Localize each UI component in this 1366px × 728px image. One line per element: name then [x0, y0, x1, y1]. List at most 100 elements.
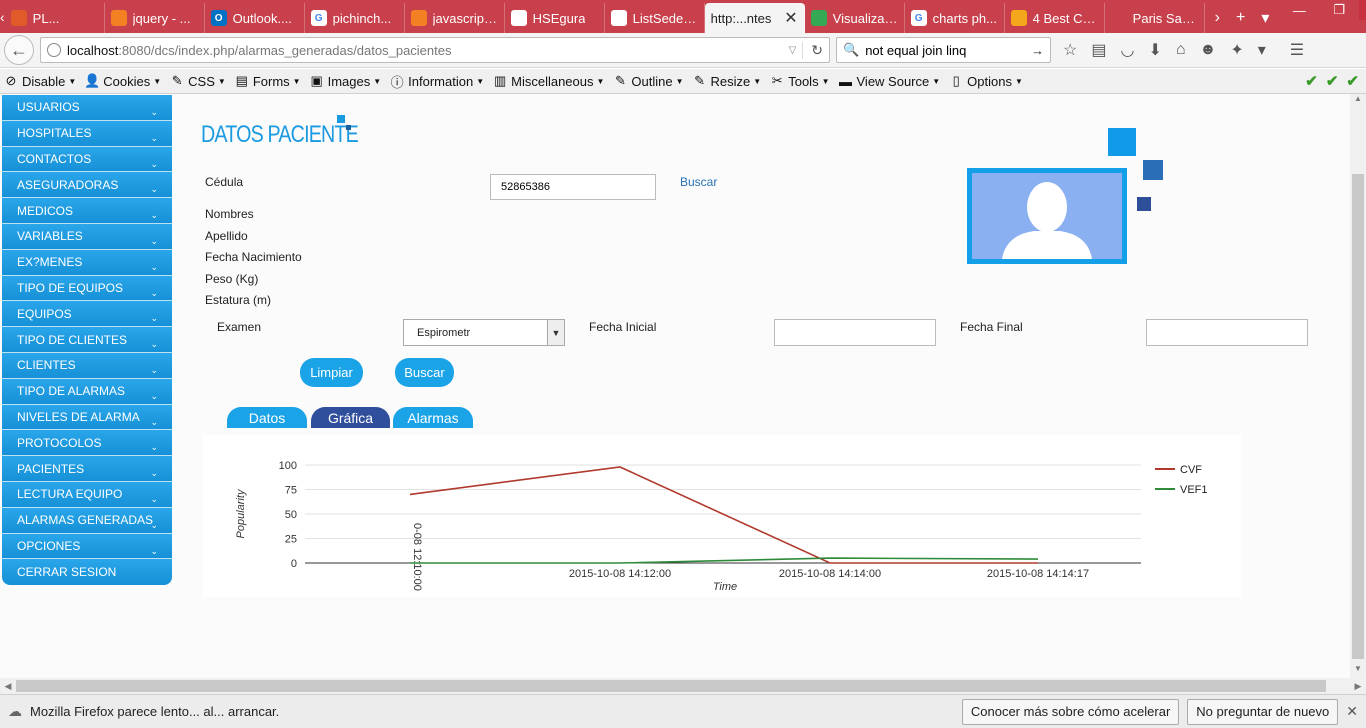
- pocket-icon[interactable]: ◡: [1120, 40, 1134, 60]
- check-icon[interactable]: ✔: [1346, 72, 1359, 90]
- dropdown-arrow-icon: ▼: [932, 76, 941, 86]
- tab-datos[interactable]: Datos: [227, 407, 307, 428]
- title-decoration: [337, 115, 345, 123]
- sidebar-item[interactable]: TIPO DE EQUIPOS ⌄: [2, 275, 172, 302]
- browser-tab[interactable]: 4 Best Ch...: [1005, 3, 1105, 33]
- scroll-left-icon[interactable]: ◀: [0, 678, 16, 694]
- tab-grafica[interactable]: Gráfica: [311, 407, 390, 428]
- url-dropdown-icon[interactable]: ▽: [789, 45, 797, 56]
- devtoolbar-menu-4[interactable]: ▣ Images ▼: [309, 73, 381, 89]
- sidebar-item[interactable]: HOSPITALES ⌄: [2, 120, 172, 147]
- limpiar-button[interactable]: Limpiar: [300, 358, 363, 387]
- check-icon[interactable]: ✔: [1305, 72, 1318, 90]
- sidebar-item[interactable]: MEDICOS ⌄: [2, 198, 172, 224]
- sidebar-item[interactable]: USUARIOS ⌄: [2, 95, 172, 121]
- sidebar-item[interactable]: PACIENTES ⌄: [2, 456, 172, 482]
- sidebar-item[interactable]: OPCIONES ⌄: [2, 533, 172, 560]
- url-bar[interactable]: localhost:8080/dcs/index.php/alarmas_gen…: [40, 37, 830, 63]
- scrollbar-thumb[interactable]: [16, 680, 1326, 692]
- browser-tab[interactable]: HSEgura: [505, 3, 605, 33]
- browser-tab[interactable]: O Outlook....: [205, 3, 305, 33]
- devtoolbar-icon: ✎: [171, 73, 183, 88]
- fecha-final-input[interactable]: [1146, 319, 1308, 346]
- chat-icon[interactable]: ☻: [1200, 41, 1217, 59]
- devtoolbar-menu-8[interactable]: ✎ Resize ▼: [692, 73, 761, 89]
- browser-tab[interactable]: jquery - ...: [105, 3, 205, 33]
- chevron-down-icon: ⌄: [150, 519, 158, 530]
- close-window-icon[interactable]: ✕: [1359, 0, 1366, 20]
- browser-tab[interactable]: http:...ntes ✕: [704, 3, 805, 33]
- home-icon[interactable]: ⌂: [1176, 41, 1186, 59]
- browser-tab[interactable]: Paris Saint Ge...: [1105, 3, 1205, 33]
- fecha-nacimiento-label: Fecha Nacimiento: [205, 250, 302, 264]
- sidebar-item[interactable]: VARIABLES ⌄: [2, 223, 172, 250]
- devtoolbar-menu-9[interactable]: ✂ Tools ▼: [769, 73, 830, 89]
- tab-title: Paris Saint Ge...: [1132, 10, 1198, 26]
- scroll-up-icon[interactable]: ▲: [1350, 94, 1366, 108]
- sidebar-item[interactable]: CERRAR SESION: [2, 559, 172, 586]
- close-tab-icon[interactable]: ✕: [784, 8, 797, 28]
- extension-icon[interactable]: ✦: [1230, 40, 1243, 60]
- sidebar-item-label: MEDICOS: [17, 203, 74, 218]
- search-go-icon[interactable]: →: [1031, 43, 1044, 58]
- browser-tab[interactable]: ListSedes ...: [605, 3, 705, 33]
- devtoolbar-menu-1[interactable]: 👤 Cookies ▼: [84, 73, 161, 89]
- browser-tab[interactable]: Gpichinch...: [305, 3, 405, 33]
- sidebar-item[interactable]: ALARMAS GENERADAS ⌄: [2, 507, 172, 534]
- check-icon[interactable]: ✔: [1326, 72, 1339, 90]
- buscar-link[interactable]: Buscar: [680, 175, 717, 189]
- scroll-right-icon[interactable]: ▶: [1350, 678, 1366, 694]
- devtoolbar-menu-0[interactable]: ⊘ Disable ▼: [3, 73, 77, 89]
- reading-list-icon[interactable]: ▤: [1091, 40, 1106, 60]
- sidebar-item[interactable]: NIVELES DE ALARMA ⌄: [2, 404, 172, 431]
- sidebar-item[interactable]: EQUIPOS ⌄: [2, 301, 172, 328]
- back-button[interactable]: ←: [4, 35, 34, 65]
- devtoolbar-menu-10[interactable]: ▬ View Source ▼: [838, 74, 941, 89]
- tab-favicon-icon: G: [310, 10, 327, 26]
- close-icon[interactable]: ✕: [1346, 703, 1358, 720]
- devtoolbar-menu-11[interactable]: ▯ Options ▼: [948, 73, 1023, 89]
- horizontal-scrollbar[interactable]: ◀ ▶: [0, 678, 1366, 694]
- devtoolbar-menu-5[interactable]: ⓘ Information ▼: [389, 72, 484, 91]
- sidebar-item[interactable]: ASEGURADORAS ⌄: [2, 172, 172, 199]
- minimize-icon[interactable]: —: [1279, 0, 1319, 20]
- sidebar-item[interactable]: TIPO DE ALARMAS ⌄: [2, 378, 172, 405]
- devtoolbar-label: Disable: [22, 73, 66, 89]
- restore-icon[interactable]: ❐: [1319, 0, 1359, 20]
- new-tab-icon[interactable]: +: [1236, 9, 1245, 27]
- browser-tab[interactable]: PL...: [5, 3, 105, 33]
- browser-tab[interactable]: Gcharts ph...: [905, 3, 1005, 33]
- dont-ask-button[interactable]: No preguntar de nuevo: [1187, 698, 1339, 725]
- vertical-scrollbar[interactable]: ▲ ▼: [1350, 94, 1366, 678]
- sidebar-item[interactable]: TIPO DE CLIENTES ⌄: [2, 327, 172, 353]
- devtoolbar-menu-3[interactable]: ▤ Forms ▼: [234, 73, 301, 89]
- browser-tab[interactable]: javascript...: [405, 3, 505, 33]
- sidebar-item[interactable]: CLIENTES ⌄: [2, 352, 172, 379]
- extension-dropdown-icon[interactable]: ▾: [1258, 40, 1266, 60]
- sidebar-item[interactable]: LECTURA EQUIPO ⌄: [2, 481, 172, 508]
- menu-icon[interactable]: ☰: [1290, 40, 1304, 60]
- bookmark-star-icon[interactable]: ☆: [1063, 40, 1077, 60]
- fecha-inicial-input[interactable]: [774, 319, 936, 346]
- chevron-down-icon[interactable]: ▼: [547, 320, 564, 345]
- examen-select[interactable]: Espirometr ▼: [403, 319, 565, 346]
- sidebar-item[interactable]: EX?MENES ⌄: [2, 249, 172, 276]
- devtoolbar-menu-6[interactable]: ▥ Miscellaneous ▼: [492, 73, 604, 89]
- buscar-button[interactable]: Buscar: [395, 358, 454, 387]
- tab-scroll-right-icon[interactable]: ›: [1215, 9, 1220, 27]
- search-input[interactable]: [865, 42, 1025, 58]
- sidebar-item[interactable]: CONTACTOS ⌄: [2, 146, 172, 173]
- tab-alarmas[interactable]: Alarmas: [393, 407, 473, 428]
- devtoolbar-menu-7[interactable]: ✎ Outline ▼: [612, 73, 684, 89]
- devtoolbar-menu-2[interactable]: ✎ CSS ▼: [169, 73, 226, 89]
- search-bar[interactable]: 🔍 →: [836, 37, 1051, 63]
- browser-tab[interactable]: Visualizat...: [805, 3, 905, 33]
- tab-list-icon[interactable]: ▾: [1261, 8, 1269, 28]
- reload-icon[interactable]: ↻: [802, 41, 823, 59]
- sidebar-item[interactable]: PROTOCOLOS ⌄: [2, 430, 172, 457]
- cedula-input[interactable]: [490, 174, 656, 200]
- learn-more-button[interactable]: Conocer más sobre cómo acelerar: [961, 698, 1180, 725]
- download-icon[interactable]: ⬇: [1148, 40, 1161, 60]
- scrollbar-thumb[interactable]: [1352, 174, 1364, 659]
- scroll-down-icon[interactable]: ▼: [1350, 664, 1366, 678]
